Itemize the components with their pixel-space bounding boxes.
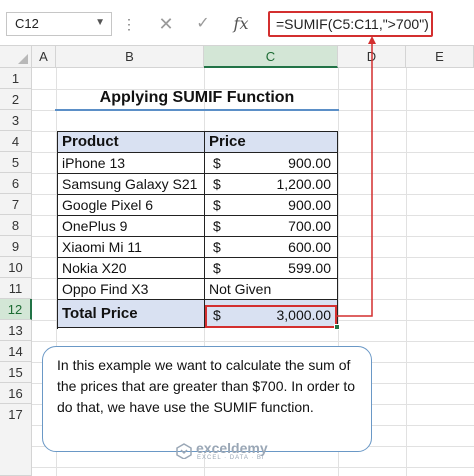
watermark-brand: exceldemy	[196, 440, 268, 456]
watermark: exceldemy EXCEL · DATA · BI	[176, 440, 316, 464]
watermark-tagline: EXCEL · DATA · BI	[197, 455, 265, 461]
exceldemy-logo-icon	[176, 443, 192, 459]
explanation-note: In this example we want to calculate the…	[42, 346, 372, 452]
